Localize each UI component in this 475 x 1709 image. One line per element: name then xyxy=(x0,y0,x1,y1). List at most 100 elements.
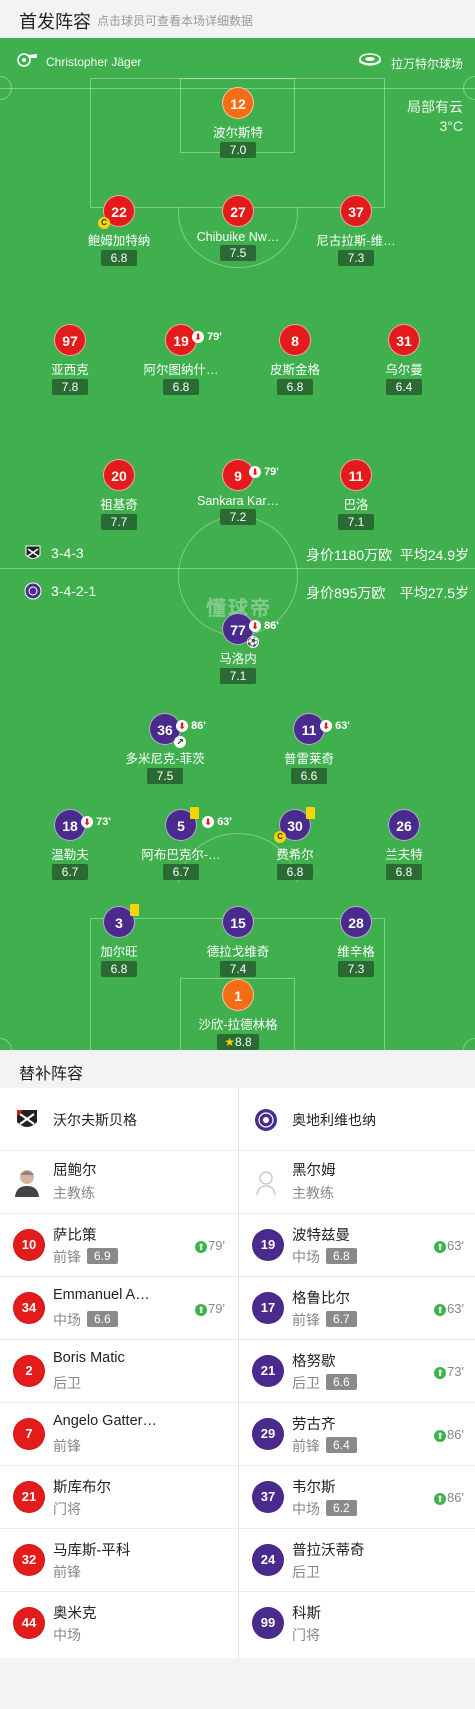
away-player-30[interactable]: 30 C 费希尔 6.8 xyxy=(235,807,355,881)
player-name: 多米尼克-菲茨 xyxy=(125,752,205,766)
sub-rating: 6.6 xyxy=(326,1374,357,1390)
away-player-5[interactable]: 5 ⬇ 63' 阿布巴克尔-… 6.7 xyxy=(121,807,241,881)
yellow-card-icon xyxy=(306,807,315,819)
player-number: 77 xyxy=(230,622,246,638)
sub-off-icon: ⬇ xyxy=(249,620,261,633)
away-player-28[interactable]: 28 维辛格 7.3 xyxy=(296,906,416,978)
away-player-36[interactable]: 36 ⬇ 86' ↗ 多米尼克-菲茨 7.5 xyxy=(105,713,225,785)
home-average-age: 平均24.9岁 xyxy=(399,547,469,563)
player-rating: 7.5 xyxy=(220,245,256,261)
player-name: 祖基奇 xyxy=(100,498,138,512)
sub-number: 7 xyxy=(13,1418,45,1450)
player-name: 沙欣-拉德林格 xyxy=(198,1018,278,1032)
sub-in-indicator: ⬆ 73' xyxy=(434,1364,464,1379)
player-number: 37 xyxy=(340,195,372,227)
sub-name: 格鲁比尔 xyxy=(292,1291,350,1307)
sub-name: 普拉沃蒂奇 xyxy=(292,1543,365,1559)
sub-player-row[interactable]: 19 波特兹曼 中场 6.8 ⬆ 63' xyxy=(239,1214,475,1277)
home-player-19[interactable]: 19 ⬇ 79' 阿尔图纳什… 6.8 xyxy=(121,324,241,396)
player-number: 9 xyxy=(234,468,242,484)
sub-player-row[interactable]: 32 马库斯-平科 前锋 xyxy=(0,1529,237,1592)
player-rating: 7.5 xyxy=(147,768,183,784)
home-player-8[interactable]: 8 皮斯金格 6.8 xyxy=(235,324,355,396)
away-team-row[interactable]: 奥地利维也纳 xyxy=(239,1088,475,1151)
home-player-22[interactable]: 22 C 鲍姆加特纳 6.8 xyxy=(59,195,179,267)
sub-position: 后卫 xyxy=(292,1564,320,1580)
sub-player-row[interactable]: 37 韦尔斯 中场 6.2 ⬆ 86' xyxy=(239,1466,475,1529)
player-number: 36 xyxy=(157,722,173,738)
sub-number: 2 xyxy=(13,1355,45,1387)
away-player-77[interactable]: 77 ⬇ 86' ⚽ 马洛内 7.1 xyxy=(178,613,298,685)
sub-position: 中场 xyxy=(292,1501,320,1517)
sub-name: Emmanuel A… xyxy=(53,1287,150,1303)
sub-player-row[interactable]: 34 Emmanuel A… 中场 6.6 ⬆ 79' xyxy=(0,1277,237,1340)
sub-player-row[interactable]: 2 Boris Matic 后卫 xyxy=(0,1340,237,1403)
sub-player-row[interactable]: 21 格努歇 后卫 6.6 ⬆ 73' xyxy=(239,1340,475,1403)
sub-player-row[interactable]: 21 斯库布尔 门将 xyxy=(0,1466,237,1529)
home-player-9[interactable]: 9 ⬇ 79' Sankara Kar… 7.2 xyxy=(178,459,298,526)
player-rating: 7.1 xyxy=(220,668,256,684)
subs-header: 替补阵容 xyxy=(0,1050,475,1088)
sub-position: 后卫 xyxy=(292,1375,320,1391)
sub-player-row[interactable]: 29 劳古齐 前锋 6.4 ⬆ 86' xyxy=(239,1403,475,1466)
match-info-bar: Christopher Jäger 拉万特尔球场 xyxy=(0,38,475,88)
sub-player-row[interactable]: 10 萨比策 前锋 6.9 ⬆ 79' xyxy=(0,1214,237,1277)
sub-position: 中场 xyxy=(292,1249,320,1265)
sub-player-row[interactable]: 17 格鲁比尔 前锋 6.7 ⬆ 63' xyxy=(239,1277,475,1340)
home-subs-column: 沃尔夫斯贝格 屈鲍尔 主教练 10 萨比策 前锋 6.9 ⬆ 79' 34 Emm… xyxy=(0,1088,237,1658)
sub-player-row[interactable]: 7 Angelo Gatter… 前锋 xyxy=(0,1403,237,1466)
player-name: 巴洛 xyxy=(343,498,369,512)
sub-player-row[interactable]: 99 科斯 门将 xyxy=(239,1592,475,1655)
sub-position: 门将 xyxy=(292,1627,320,1643)
player-number: 11 xyxy=(301,722,317,738)
player-number: 22 xyxy=(111,204,127,220)
sub-name: 格努歇 xyxy=(292,1354,336,1370)
home-team-row[interactable]: 沃尔夫斯贝格 xyxy=(0,1088,237,1151)
sub-off-icon: ⬇ xyxy=(249,466,261,479)
home-player-20[interactable]: 20 祖基奇 7.7 xyxy=(59,459,179,531)
home-player-97[interactable]: 97 亚西克 7.8 xyxy=(10,324,130,396)
sub-player-row[interactable]: 24 普拉沃蒂奇 后卫 xyxy=(239,1529,475,1592)
player-number: 5 xyxy=(177,818,185,834)
player-name: 费希尔 xyxy=(276,848,314,862)
away-player-3[interactable]: 3 加尔旺 6.8 xyxy=(59,904,179,978)
captain-icon: C xyxy=(274,831,286,843)
player-number: 11 xyxy=(340,459,372,491)
player-number: 12 xyxy=(222,87,254,119)
away-player-26[interactable]: 26 兰夫特 6.8 xyxy=(344,809,464,881)
home-market-value: 身价1180万欧 xyxy=(306,547,393,563)
sub-in-indicator: ⬆ 79' xyxy=(195,1301,225,1316)
coach-avatar xyxy=(15,1170,39,1197)
subs-title: 替补阵容 xyxy=(19,1066,84,1083)
sub-off-indicator: ⬇ 63' xyxy=(320,710,350,742)
sub-number: 10 xyxy=(13,1229,45,1261)
sub-player-row[interactable]: 44 奥米克 中场 xyxy=(0,1592,237,1655)
pitch: Christopher Jäger 拉万特尔球场 局部有云 3°C 12 波尔斯… xyxy=(0,38,475,1050)
home-coach-row[interactable]: 屈鲍尔 主教练 xyxy=(0,1151,237,1214)
away-player-15[interactable]: 15 德拉戈维奇 7.4 xyxy=(178,906,298,978)
away-player-1[interactable]: 1 沙欣-拉德林格 ★8.8 xyxy=(178,979,298,1050)
away-player-18[interactable]: 18 ⬇ 73' 温勒夫 6.7 xyxy=(10,809,130,881)
sub-number: 21 xyxy=(13,1481,45,1513)
sub-in-icon: ⬆ xyxy=(434,1240,447,1253)
player-name: 鲍姆加特纳 xyxy=(87,234,151,248)
whistle-icon xyxy=(17,53,37,67)
player-number: 30 xyxy=(287,818,303,834)
home-player-31[interactable]: 31 乌尔曼 6.4 xyxy=(344,324,464,396)
away-formation: 3-4-2-1 xyxy=(51,583,97,599)
home-player-12[interactable]: 12 波尔斯特 7.0 xyxy=(178,87,298,159)
sub-name: 马库斯-平科 xyxy=(53,1543,131,1559)
sub-number: 99 xyxy=(252,1607,284,1639)
home-player-11[interactable]: 11 巴洛 7.1 xyxy=(296,459,416,531)
home-player-27[interactable]: 27 Chibuike Nw… 7.5 xyxy=(178,195,298,262)
away-player-11[interactable]: 11 ⬇ 63' 普雷莱奇 6.6 xyxy=(249,713,369,785)
player-name: 皮斯金格 xyxy=(269,363,320,377)
weather-text: 局部有云 xyxy=(407,99,463,115)
player-number: 15 xyxy=(222,906,254,938)
away-coach-row[interactable]: 黑尔姆 主教练 xyxy=(239,1151,475,1214)
player-number: 26 xyxy=(388,809,420,841)
wolfsberger-crest-icon xyxy=(17,1110,37,1127)
sub-name: 斯库布尔 xyxy=(53,1480,111,1496)
sub-number: 17 xyxy=(252,1292,284,1324)
home-player-37[interactable]: 37 尼古拉斯-维… 7.3 xyxy=(296,195,416,267)
